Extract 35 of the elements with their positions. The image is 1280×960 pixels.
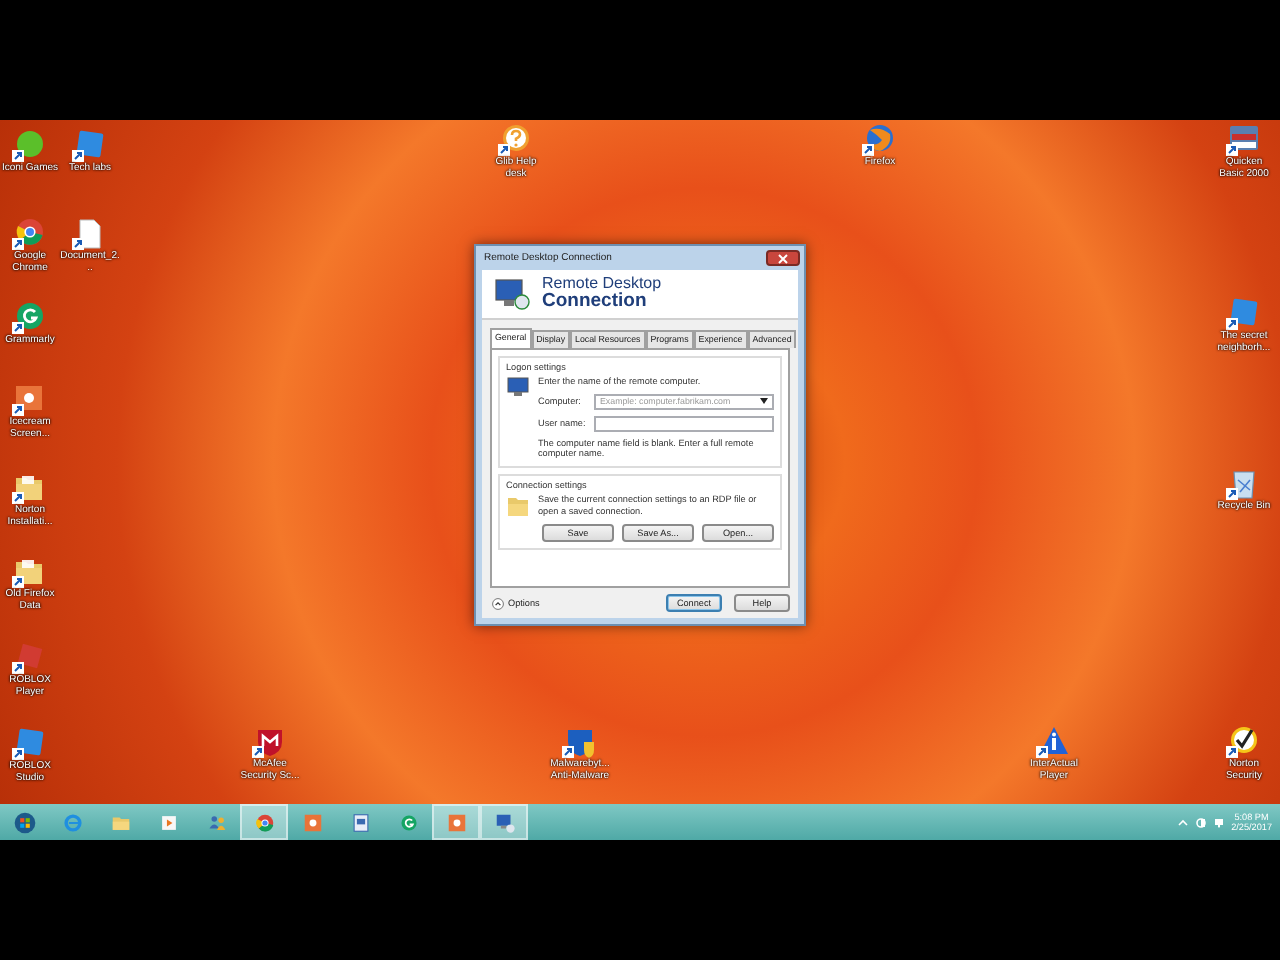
close-button[interactable] bbox=[766, 250, 800, 266]
camera-icon[interactable] bbox=[12, 384, 48, 416]
card-icon[interactable] bbox=[1226, 124, 1262, 156]
heading-text: Connection bbox=[542, 292, 647, 312]
input-field[interactable] bbox=[594, 415, 774, 432]
start-orb-icon bbox=[13, 811, 35, 833]
heading-text: Remote Desktop bbox=[542, 276, 662, 292]
monitor-icon bbox=[506, 375, 530, 400]
chevron-icon bbox=[492, 597, 504, 609]
document-icon bbox=[349, 811, 371, 833]
browser-icon bbox=[61, 811, 83, 833]
monitor-icon bbox=[494, 277, 530, 310]
circle-icon[interactable] bbox=[12, 130, 48, 162]
folder-icon[interactable] bbox=[12, 472, 48, 504]
shield-icon[interactable] bbox=[562, 726, 598, 758]
play-icon bbox=[157, 811, 179, 833]
folder-icon[interactable] bbox=[12, 556, 48, 588]
circle-icon[interactable] bbox=[12, 302, 48, 334]
globe-icon[interactable] bbox=[862, 124, 898, 156]
folder-icon bbox=[506, 494, 530, 519]
browser-icon bbox=[253, 811, 275, 833]
taskbar-button[interactable] bbox=[240, 804, 288, 840]
browser-icon[interactable] bbox=[12, 218, 48, 250]
camera-icon bbox=[301, 811, 323, 833]
close-icon bbox=[778, 253, 788, 263]
triangle-icon[interactable] bbox=[1036, 726, 1072, 758]
question-mark-icon[interactable] bbox=[498, 124, 534, 156]
shield-icon[interactable] bbox=[252, 726, 288, 758]
circle-icon bbox=[397, 811, 419, 833]
people-icon bbox=[205, 811, 227, 833]
checkmark-icon[interactable] bbox=[1226, 726, 1262, 758]
camera-icon bbox=[445, 811, 467, 833]
monitor-icon bbox=[493, 811, 515, 833]
caret-icon bbox=[760, 398, 768, 405]
taskbar-button[interactable] bbox=[480, 804, 528, 840]
